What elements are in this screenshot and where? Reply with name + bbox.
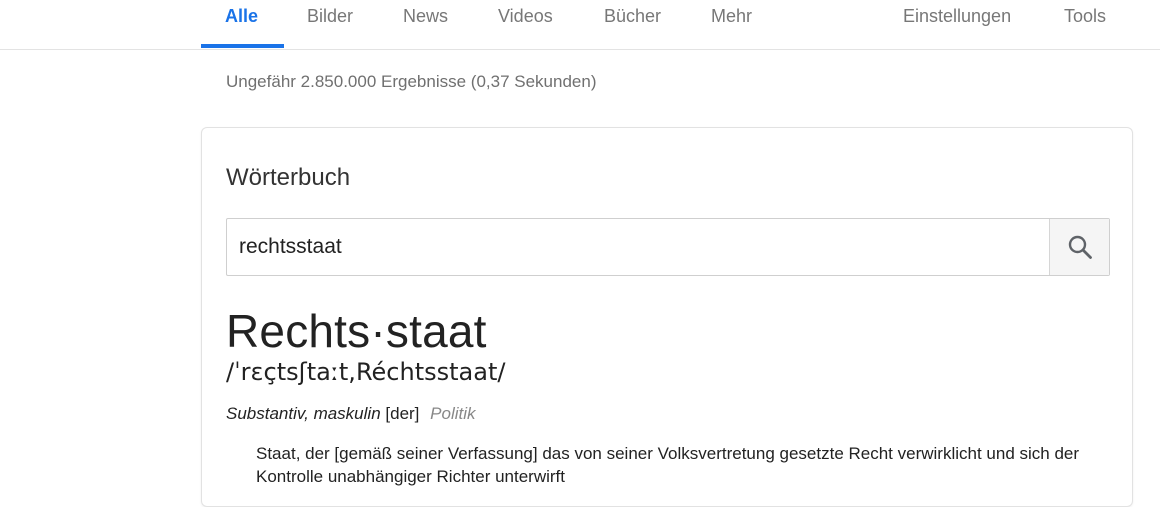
tab-bilder[interactable]: Bilder — [307, 6, 353, 27]
part-of-speech: Substantiv, maskulin — [226, 404, 381, 423]
headword: Rechts·staat — [226, 305, 487, 357]
tab-mehr[interactable]: Mehr — [711, 6, 752, 27]
top-navigation: Alle Bilder News Videos Bücher Mehr Eins… — [0, 0, 1160, 50]
dictionary-card: Wörterbuch Rechts·staat /ˈrɛçtsʃtaːt,Réc… — [201, 127, 1133, 507]
active-tab-indicator — [201, 44, 284, 48]
definition-text: Staat, der [gemäß seiner Verfassung] das… — [256, 444, 1080, 486]
dictionary-search-box — [226, 218, 1110, 276]
search-icon — [1068, 235, 1092, 259]
results-stats: Ungefähr 2.850.000 Ergebnisse (0,37 Seku… — [226, 72, 597, 91]
tab-videos[interactable]: Videos — [498, 6, 553, 27]
dictionary-search-input[interactable] — [227, 219, 1049, 275]
pronunciation: /ˈrɛçtsʃtaːt,Réchtsstaat/ — [226, 358, 506, 386]
grammar-line: Substantiv, maskulin [der] Politik — [226, 404, 476, 424]
tab-einstellungen[interactable]: Einstellungen — [903, 6, 1011, 27]
subject-domain: Politik — [430, 404, 476, 423]
dictionary-title: Wörterbuch — [226, 164, 351, 191]
tab-alle[interactable]: Alle — [225, 6, 258, 27]
gender-article: [der] — [385, 404, 420, 423]
tab-tools[interactable]: Tools — [1064, 6, 1106, 27]
tab-buecher[interactable]: Bücher — [604, 6, 661, 27]
tab-news[interactable]: News — [403, 6, 448, 27]
dictionary-search-button[interactable] — [1049, 219, 1109, 275]
